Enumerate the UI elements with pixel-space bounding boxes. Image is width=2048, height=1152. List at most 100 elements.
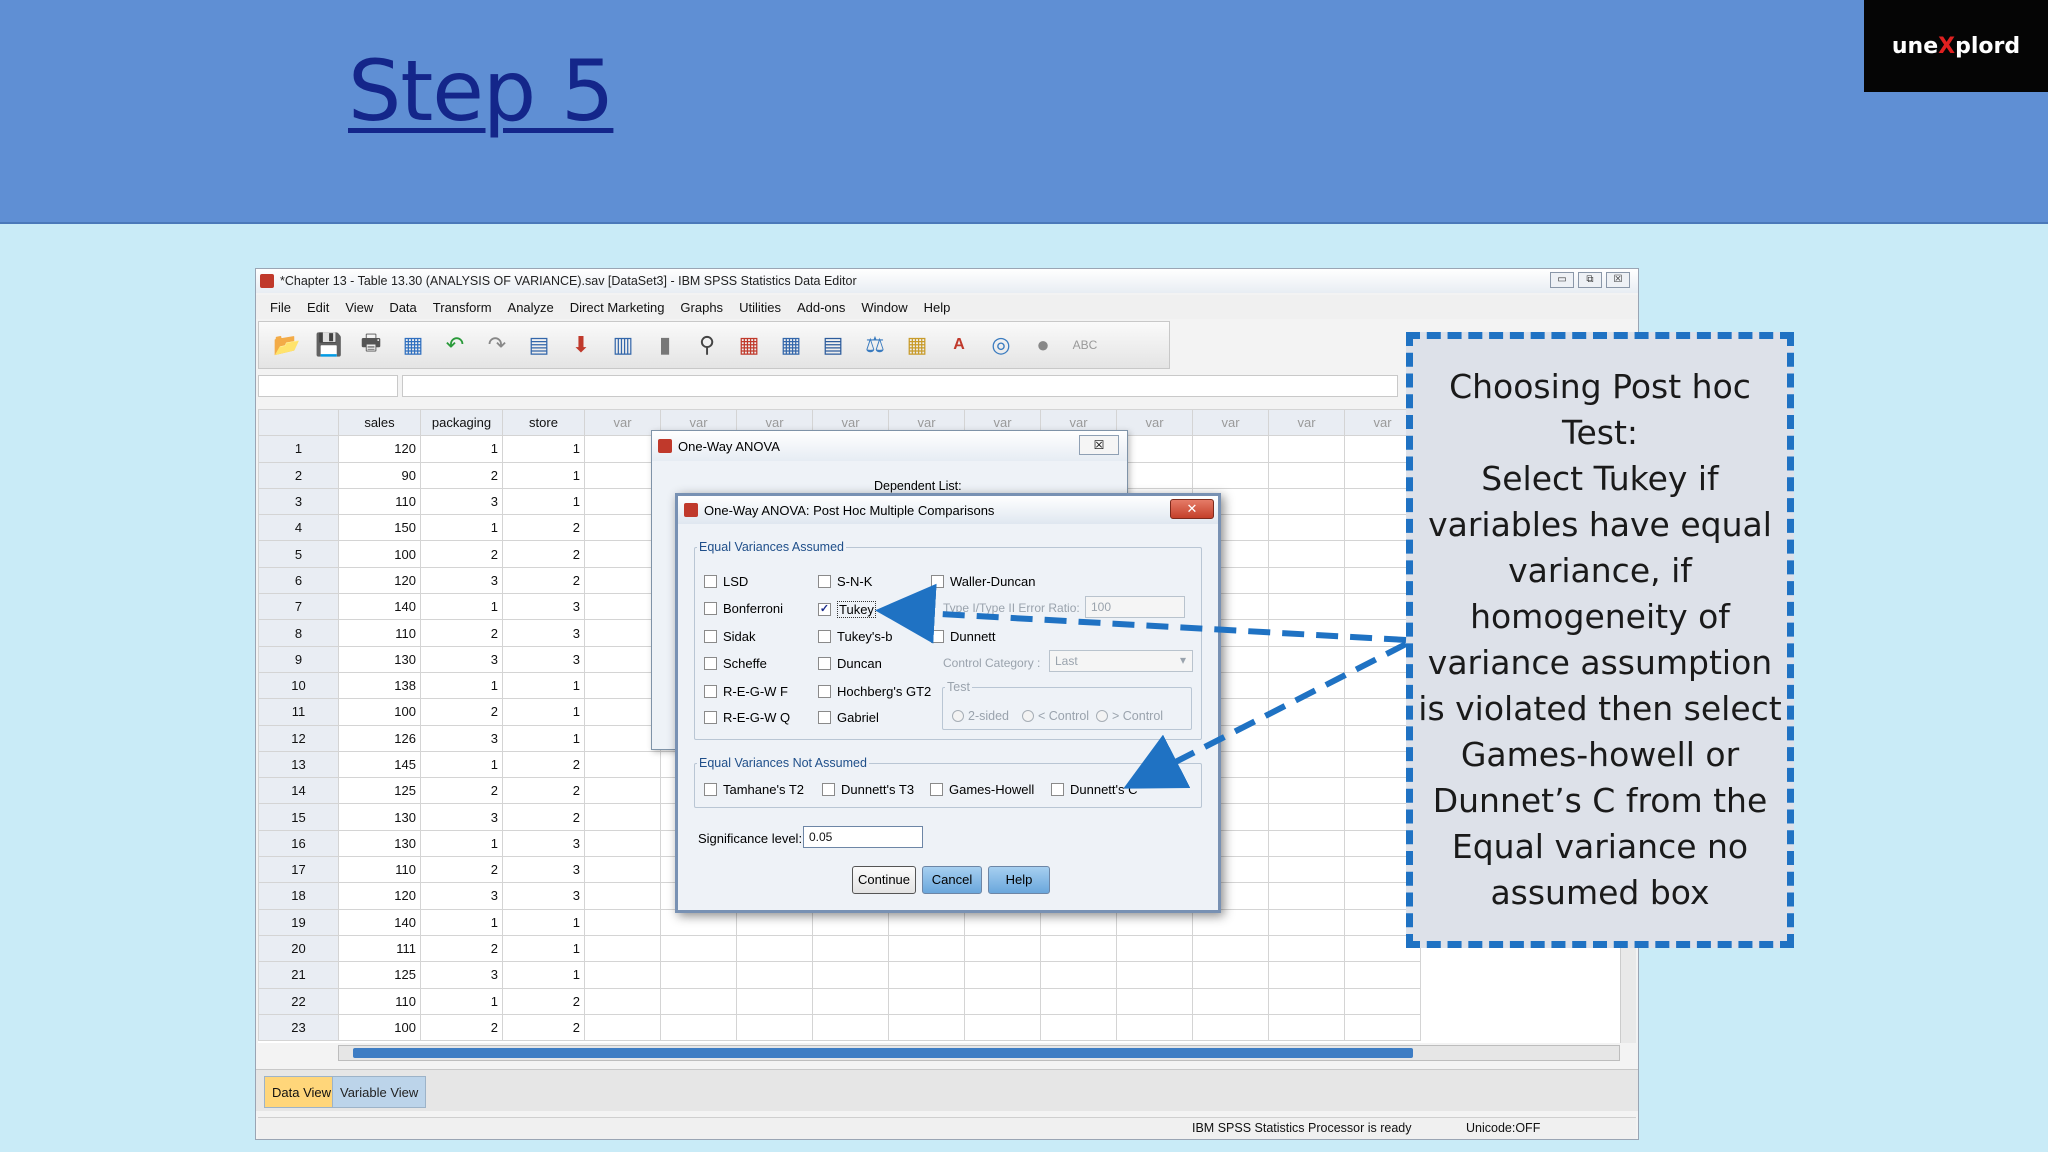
empty-cell[interactable] (1268, 698, 1345, 726)
data-cell[interactable]: 100 (338, 698, 421, 726)
row-number[interactable]: 21 (258, 961, 339, 989)
restore-button[interactable]: ⧉ (1578, 272, 1602, 288)
empty-cell[interactable] (1040, 934, 1117, 963)
variables-icon[interactable]: ▥ (607, 329, 639, 361)
checkbox-box[interactable] (822, 783, 835, 796)
data-cell[interactable]: 1 (502, 908, 585, 936)
empty-cell[interactable] (584, 566, 661, 595)
check-icon[interactable]: ✓ (818, 603, 831, 616)
row-number[interactable]: 22 (258, 987, 339, 1015)
empty-cell[interactable] (660, 987, 737, 1015)
data-cell[interactable]: 2 (420, 619, 503, 647)
corner-cell[interactable] (258, 409, 339, 437)
empty-cell[interactable] (736, 1013, 813, 1042)
empty-cell[interactable] (1268, 645, 1345, 673)
empty-cell[interactable] (812, 908, 889, 936)
empty-cell[interactable] (584, 908, 661, 936)
redo-icon[interactable]: ↷ (481, 329, 513, 361)
checkbox-dunnett[interactable]: Dunnett (931, 629, 996, 644)
row-number[interactable]: 6 (258, 566, 339, 595)
empty-cell[interactable] (1268, 908, 1345, 936)
split-file-icon[interactable]: ▤ (817, 329, 849, 361)
weight-cases-icon[interactable]: ⚖ (859, 329, 891, 361)
radio-less-control[interactable]: < Control (1022, 709, 1089, 723)
empty-cell[interactable] (660, 908, 737, 936)
row-number[interactable]: 15 (258, 803, 339, 831)
data-cell[interactable]: 1 (420, 671, 503, 700)
empty-cell[interactable] (584, 961, 661, 989)
empty-cell[interactable] (888, 961, 965, 989)
empty-cell[interactable] (964, 961, 1041, 989)
empty-cell[interactable] (1268, 461, 1345, 489)
data-cell[interactable]: 1 (420, 593, 503, 621)
significance-input[interactable]: 0.05 (803, 826, 923, 848)
anova-dialog-close-button[interactable]: ☒ (1079, 435, 1119, 455)
menu-data[interactable]: Data (381, 300, 424, 315)
checkbox-box[interactable] (818, 685, 831, 698)
use-variable-sets-icon[interactable]: ◎ (985, 329, 1017, 361)
empty-cell[interactable] (1268, 487, 1345, 516)
checkbox-duncan[interactable]: Duncan (818, 656, 882, 671)
checkbox-box[interactable] (704, 685, 717, 698)
row-number[interactable]: 1 (258, 435, 339, 463)
empty-cell[interactable] (888, 934, 965, 963)
checkbox-box[interactable] (818, 630, 831, 643)
row-number[interactable]: 18 (258, 882, 339, 910)
empty-cell[interactable] (888, 1013, 965, 1042)
empty-cell[interactable] (584, 777, 661, 805)
data-cell[interactable]: 1 (502, 487, 585, 516)
empty-cell[interactable] (584, 593, 661, 621)
empty-cell[interactable] (812, 934, 889, 963)
horizontal-scroll-thumb[interactable] (353, 1048, 1413, 1058)
data-cell[interactable]: 3 (502, 829, 585, 858)
checkbox-scheffe[interactable]: Scheffe (704, 656, 767, 671)
empty-cell[interactable] (584, 698, 661, 726)
insert-variable-icon[interactable]: ▦ (775, 329, 807, 361)
empty-cell[interactable] (584, 645, 661, 673)
data-cell[interactable]: 1 (420, 987, 503, 1015)
column-header[interactable]: var (1268, 409, 1345, 437)
radio-dot[interactable] (1022, 710, 1034, 722)
data-cell[interactable]: 120 (338, 435, 421, 463)
row-number[interactable]: 14 (258, 777, 339, 805)
data-cell[interactable]: 120 (338, 882, 421, 910)
data-cell[interactable]: 2 (502, 514, 585, 542)
empty-cell[interactable] (1116, 908, 1193, 936)
data-cell[interactable]: 126 (338, 724, 421, 752)
empty-cell[interactable] (584, 435, 661, 463)
checkbox-dunnetts-c[interactable]: Dunnett's C (1051, 782, 1138, 797)
row-number[interactable]: 13 (258, 750, 339, 779)
checkbox-box[interactable] (704, 783, 717, 796)
checkbox-games-howell[interactable]: Games-Howell (930, 782, 1034, 797)
empty-cell[interactable] (584, 487, 661, 516)
data-cell[interactable]: 2 (502, 750, 585, 779)
empty-cell[interactable] (888, 987, 965, 1015)
empty-cell[interactable] (584, 803, 661, 831)
empty-cell[interactable] (812, 987, 889, 1015)
row-number[interactable]: 7 (258, 593, 339, 621)
row-number[interactable]: 5 (258, 540, 339, 568)
empty-cell[interactable] (1268, 1013, 1345, 1042)
column-header[interactable]: sales (338, 409, 421, 437)
menu-view[interactable]: View (337, 300, 381, 315)
empty-cell[interactable] (1116, 961, 1193, 989)
empty-cell[interactable] (1192, 461, 1269, 489)
data-cell[interactable]: 1 (502, 961, 585, 989)
data-cell[interactable]: 3 (502, 645, 585, 673)
empty-cell[interactable] (1344, 987, 1421, 1015)
empty-cell[interactable] (1268, 435, 1345, 463)
cell-value-field[interactable] (402, 375, 1398, 397)
menu-analyze[interactable]: Analyze (500, 300, 562, 315)
empty-cell[interactable] (736, 934, 813, 963)
checkbox-tamhane[interactable]: Tamhane's T2 (704, 782, 804, 797)
undo-icon[interactable]: ↶ (439, 329, 471, 361)
checkbox-waller-duncan[interactable]: Waller-Duncan (931, 574, 1036, 589)
checkbox-tukey[interactable]: ✓ Tukey (818, 601, 876, 618)
empty-cell[interactable] (1268, 829, 1345, 858)
radio-greater-control[interactable]: > Control (1096, 709, 1163, 723)
data-cell[interactable]: 130 (338, 803, 421, 831)
save-icon[interactable]: 💾 (313, 329, 345, 361)
error-ratio-input[interactable]: 100 (1085, 596, 1185, 618)
empty-cell[interactable] (584, 856, 661, 884)
empty-cell[interactable] (1268, 777, 1345, 805)
